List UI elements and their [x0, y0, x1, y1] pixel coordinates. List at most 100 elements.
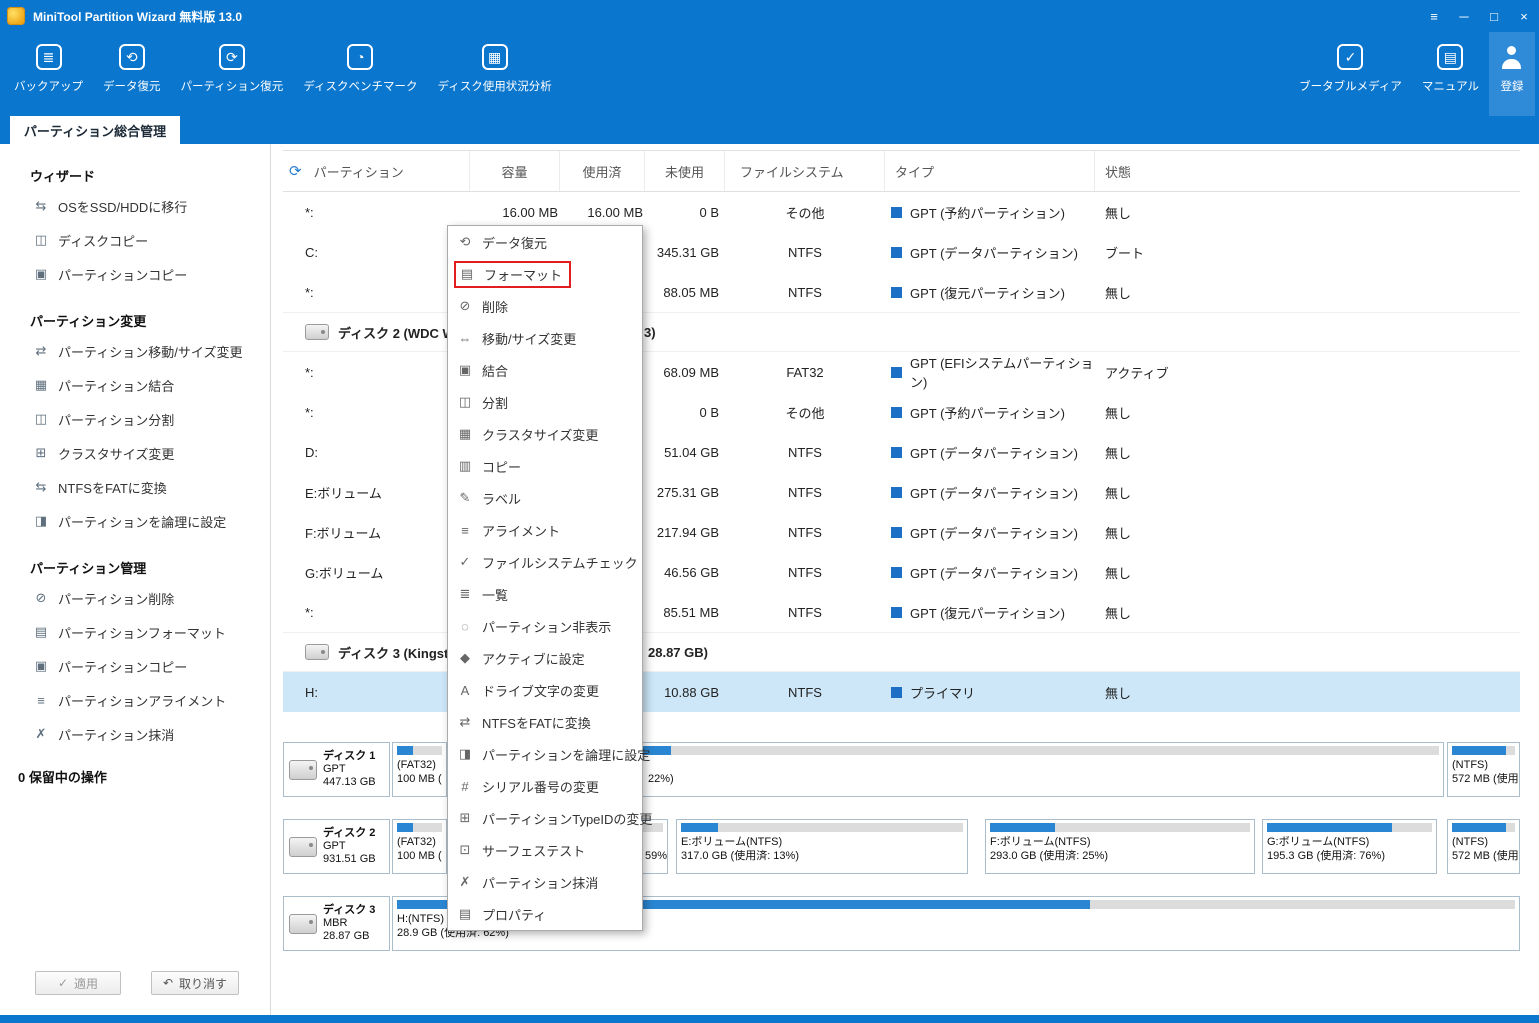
partition-map-sublabel: 100 MB (	[397, 772, 442, 786]
context-menu-item[interactable]: ▤フォーマット	[448, 258, 642, 290]
disk-scheme: MBR	[323, 917, 375, 930]
partition-map-sublabel: 572 MB (使用	[1452, 849, 1515, 863]
cluster-size-icon: ⊞	[33, 445, 49, 461]
partition-map-label: (NTFS)	[1452, 835, 1515, 849]
copy-icon: ▥	[456, 458, 474, 474]
usage-bar	[1452, 823, 1515, 832]
context-menu-item[interactable]: ✓ファイルシステムチェック	[448, 546, 642, 578]
context-menu-item[interactable]: ⟲データ復元	[448, 226, 642, 258]
toolbar-right: ✓ブータブルメディア▤マニュアル登録	[1289, 32, 1539, 116]
sidebar-item[interactable]: ◨パーティションを論理に設定	[0, 504, 270, 538]
sidebar-item-label: パーティション移動/サイズ変更	[58, 342, 242, 361]
toolbar-left: ≣バックアップ⟲データ復元⟳パーティション復元◔ディスクベンチマーク▦ディスク使…	[0, 32, 562, 116]
disk-benchmark-button[interactable]: ◔ディスクベンチマーク	[293, 32, 427, 116]
tab-partition-management[interactable]: パーティション総合管理	[10, 116, 180, 144]
window-title: MiniTool Partition Wizard 無料版 13.0	[33, 8, 242, 25]
diskmap-disk-info[interactable]: ディスク 3MBR28.87 GB	[283, 896, 390, 951]
sidebar-item[interactable]: ✗パーティション抹消	[0, 717, 270, 751]
context-menu-item[interactable]: ⇔移動/サイズ変更	[448, 322, 642, 354]
partition-map-label: E:ボリューム(NTFS)	[681, 835, 963, 849]
partition-recovery-button[interactable]: ⟳パーティション復元	[171, 32, 294, 116]
context-menu-item[interactable]: ▦クラスタサイズ変更	[448, 418, 642, 450]
partition-map-sublabel: 317.0 GB (使用済: 13%)	[681, 849, 963, 863]
space-analyzer-button[interactable]: ▦ディスク使用状況分析	[428, 32, 562, 116]
diskmap-partition[interactable]: G:ボリューム(NTFS)195.3 GB (使用済: 76%)	[1262, 819, 1437, 874]
app-window: MiniTool Partition Wizard 無料版 13.0 ≡ ─ □…	[0, 0, 1539, 1023]
sidebar-item-label: パーティションコピー	[58, 657, 187, 676]
maximize-button[interactable]: □	[1479, 0, 1509, 32]
sidebar-item-label: パーティション抹消	[58, 725, 174, 744]
sidebar-item[interactable]: ⇄パーティション移動/サイズ変更	[0, 334, 270, 368]
sidebar-item[interactable]: ▦パーティション結合	[0, 368, 270, 402]
context-menu-item[interactable]: ◌パーティション非表示	[448, 610, 642, 642]
context-menu-item[interactable]: ✗パーティション抹消	[448, 866, 642, 898]
menu-button[interactable]: ≡	[1419, 0, 1449, 32]
sidebar-item[interactable]: ◫パーティション分割	[0, 402, 270, 436]
sidebar-section-header: ウィザード	[30, 166, 270, 185]
context-menu-item[interactable]: ◫分割	[448, 386, 642, 418]
context-menu-item[interactable]: ⊞パーティションTypeIDの変更	[448, 802, 642, 834]
context-menu-item[interactable]: ◆アクティブに設定	[448, 642, 642, 674]
diskmap-disk-info[interactable]: ディスク 1GPT447.13 GB	[283, 742, 390, 797]
context-menu-item-label: 一覧	[482, 585, 508, 604]
disk-scheme: GPT	[323, 763, 376, 776]
context-menu-item[interactable]: ≡アライメント	[448, 514, 642, 546]
context-menu-item[interactable]: ⊡サーフェステスト	[448, 834, 642, 866]
diskmap-partition[interactable]: F:ボリューム(NTFS)293.0 GB (使用済: 25%)	[985, 819, 1255, 874]
backup-button[interactable]: ≣バックアップ	[4, 32, 93, 116]
partition-map-sublabel: 195.3 GB (使用済: 76%)	[1267, 849, 1432, 863]
context-menu-item[interactable]: #シリアル番号の変更	[448, 770, 642, 802]
usage-bar-fill	[1452, 823, 1506, 832]
diskmap-partition[interactable]: E:ボリューム(NTFS)317.0 GB (使用済: 13%)	[676, 819, 968, 874]
context-menu-item[interactable]: ▥コピー	[448, 450, 642, 482]
split-icon: ◫	[456, 394, 474, 410]
migrate-os-icon: ⇆	[33, 198, 49, 214]
sidebar-item[interactable]: ≡パーティションアライメント	[0, 683, 270, 717]
context-menu-item[interactable]: ◨パーティションを論理に設定	[448, 738, 642, 770]
alignment-icon: ≡	[456, 523, 474, 538]
register-button[interactable]: 登録	[1489, 32, 1535, 116]
diskmap-partition[interactable]: (NTFS)572 MB (使用	[1447, 819, 1520, 874]
minimize-button[interactable]: ─	[1449, 0, 1479, 32]
context-menu-item[interactable]: ≣一覧	[448, 578, 642, 610]
sidebar-item-label: ディスクコピー	[58, 231, 148, 250]
diskmap-partition[interactable]: (FAT32)100 MB (	[392, 819, 447, 874]
usage-bar	[990, 823, 1250, 832]
disk-scheme: GPT	[323, 840, 376, 853]
context-menu-item[interactable]: ⇄NTFSをFATに変換	[448, 706, 642, 738]
format-icon: ▤	[458, 266, 476, 282]
disk-name: ディスク 3	[323, 904, 375, 917]
disk-size: 447.13 GB	[323, 776, 376, 789]
sidebar-item[interactable]: ⇆NTFSをFATに変換	[0, 470, 270, 504]
context-menu-item-label: シリアル番号の変更	[482, 777, 599, 796]
diskmap-disk-info[interactable]: ディスク 2GPT931.51 GB	[283, 819, 390, 874]
diskmap-partition[interactable]: (NTFS)572 MB (使用	[1447, 742, 1520, 797]
context-menu-item[interactable]: ✎ラベル	[448, 482, 642, 514]
sidebar-item[interactable]: ▣パーティションコピー	[0, 649, 270, 683]
context-menu-item-label: 移動/サイズ変更	[482, 329, 576, 348]
sidebar-item-label: OSをSSD/HDDに移行	[58, 197, 187, 216]
toolbar-item-label: パーティション復元	[181, 78, 284, 94]
context-menu-item[interactable]: ⊘削除	[448, 290, 642, 322]
sidebar-item[interactable]: ▣パーティションコピー	[0, 257, 270, 291]
sidebar-item[interactable]: ⊘パーティション削除	[0, 581, 270, 615]
sidebar-item[interactable]: ⊞クラスタサイズ変更	[0, 436, 270, 470]
context-menu-item[interactable]: ▤プロパティ	[448, 898, 642, 930]
context-menu-item[interactable]: ▣結合	[448, 354, 642, 386]
context-menu-item[interactable]: Aドライブ文字の変更	[448, 674, 642, 706]
sidebar-item[interactable]: ⇆ OSをSSD/HDDに移行	[0, 189, 270, 223]
toolbar-item-label: ディスクベンチマーク	[303, 78, 417, 94]
set-logical-icon: ◨	[456, 746, 474, 762]
diskmap-partition[interactable]: (FAT32)100 MB (	[392, 742, 447, 797]
sidebar-item[interactable]: ◫ディスクコピー	[0, 223, 270, 257]
sidebar-item[interactable]: ▤パーティションフォーマット	[0, 615, 270, 649]
partition-map-label: (NTFS)	[1452, 758, 1515, 772]
manual-button[interactable]: ▤マニュアル	[1412, 32, 1489, 116]
bootable-media-button[interactable]: ✓ブータブルメディア	[1289, 32, 1412, 116]
context-menu-item-label: サーフェステスト	[482, 841, 585, 860]
data-recovery-button[interactable]: ⟲データ復元	[93, 32, 171, 116]
toolbar: ≣バックアップ⟲データ復元⟳パーティション復元◔ディスクベンチマーク▦ディスク使…	[0, 32, 1539, 116]
apply-button[interactable]: ✓ 適用	[35, 971, 121, 995]
close-button[interactable]: ×	[1509, 0, 1539, 32]
undo-button[interactable]: ↶ 取り消す	[151, 971, 239, 995]
